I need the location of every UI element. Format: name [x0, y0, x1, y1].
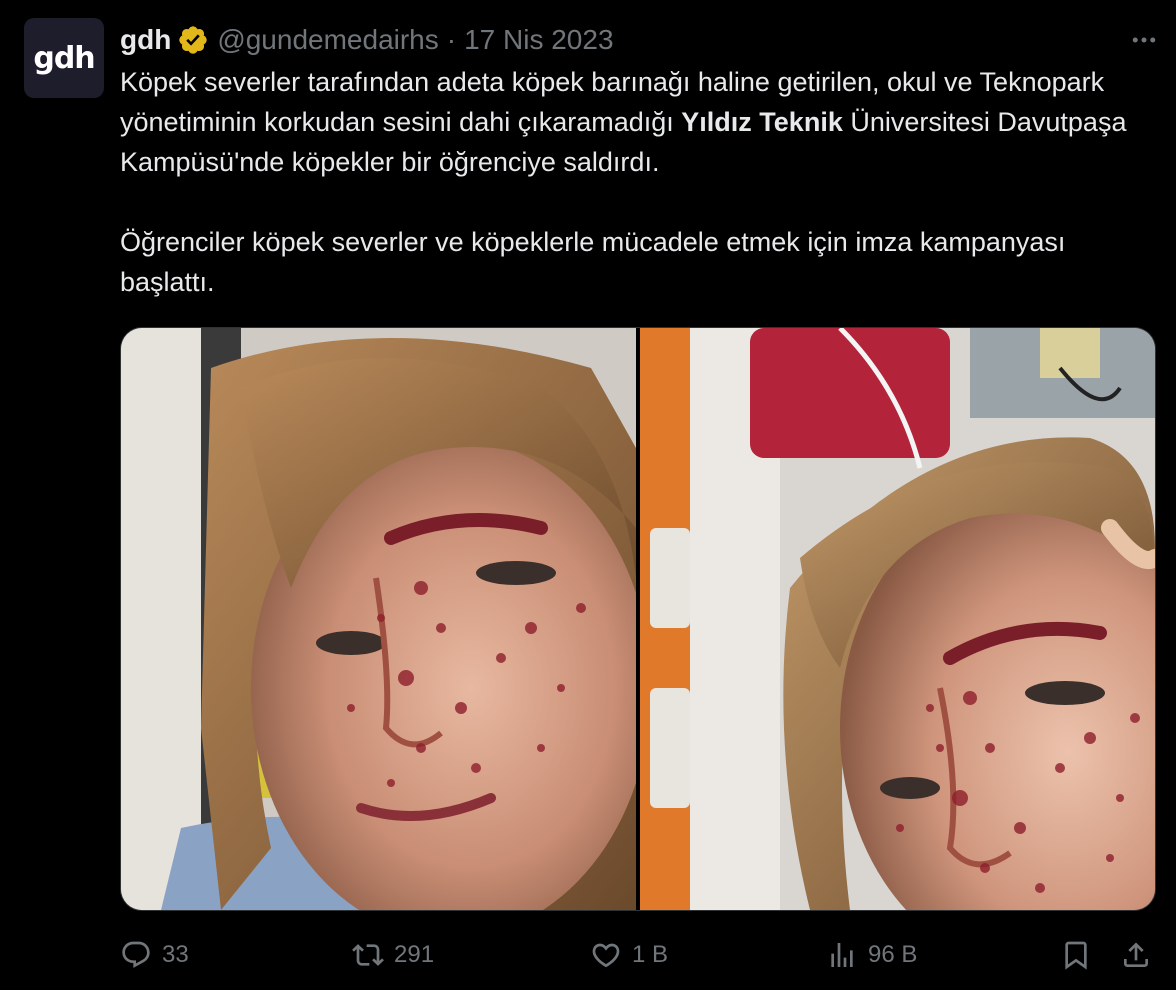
user-handle[interactable]: @gundemedairhs	[217, 24, 438, 56]
more-options-icon[interactable]	[1126, 22, 1162, 58]
retweet-button[interactable]: 291	[352, 939, 434, 971]
share-icon	[1120, 939, 1152, 971]
like-button[interactable]: 1 B	[590, 939, 668, 971]
media-grid	[120, 327, 1156, 911]
heart-icon	[590, 939, 622, 971]
photo-right[interactable]	[640, 328, 1155, 910]
tweet-date[interactable]: 17 Nis 2023	[464, 24, 613, 56]
reply-icon	[120, 939, 152, 971]
views-count: 96 B	[868, 941, 918, 968]
reply-button[interactable]: 33	[120, 939, 189, 971]
tweet-header: gdh @gundemedairhs · 17 Nis 2023	[120, 20, 1156, 60]
views-button[interactable]: 96 B	[826, 939, 917, 971]
avatar[interactable]: gdh	[24, 18, 104, 98]
action-bar: 33 291 1 B 96 B	[120, 930, 1160, 980]
tweet-bold-text: Yıldız Teknik	[681, 107, 843, 137]
share-button[interactable]	[1120, 939, 1152, 971]
header-separator: ·	[446, 24, 457, 55]
like-count: 1 B	[632, 941, 669, 968]
verified-badge-icon	[177, 24, 209, 56]
tweet-paragraph-1: Köpek severler tarafından adeta köpek ba…	[120, 62, 1150, 182]
bookmark-button[interactable]	[1060, 939, 1092, 971]
tweet-text: Köpek severler tarafından adeta köpek ba…	[120, 62, 1150, 302]
photo-left[interactable]	[121, 328, 636, 910]
avatar-logo-text: gdh	[33, 40, 95, 76]
bookmark-icon	[1060, 939, 1092, 971]
reply-count: 33	[162, 941, 189, 968]
views-chart-icon	[826, 939, 858, 971]
retweet-count: 291	[394, 941, 435, 968]
tweet-paragraph-2: Öğrenciler köpek severler ve köpeklerle …	[120, 227, 1066, 297]
retweet-icon	[352, 939, 384, 971]
display-name[interactable]: gdh	[120, 24, 171, 56]
